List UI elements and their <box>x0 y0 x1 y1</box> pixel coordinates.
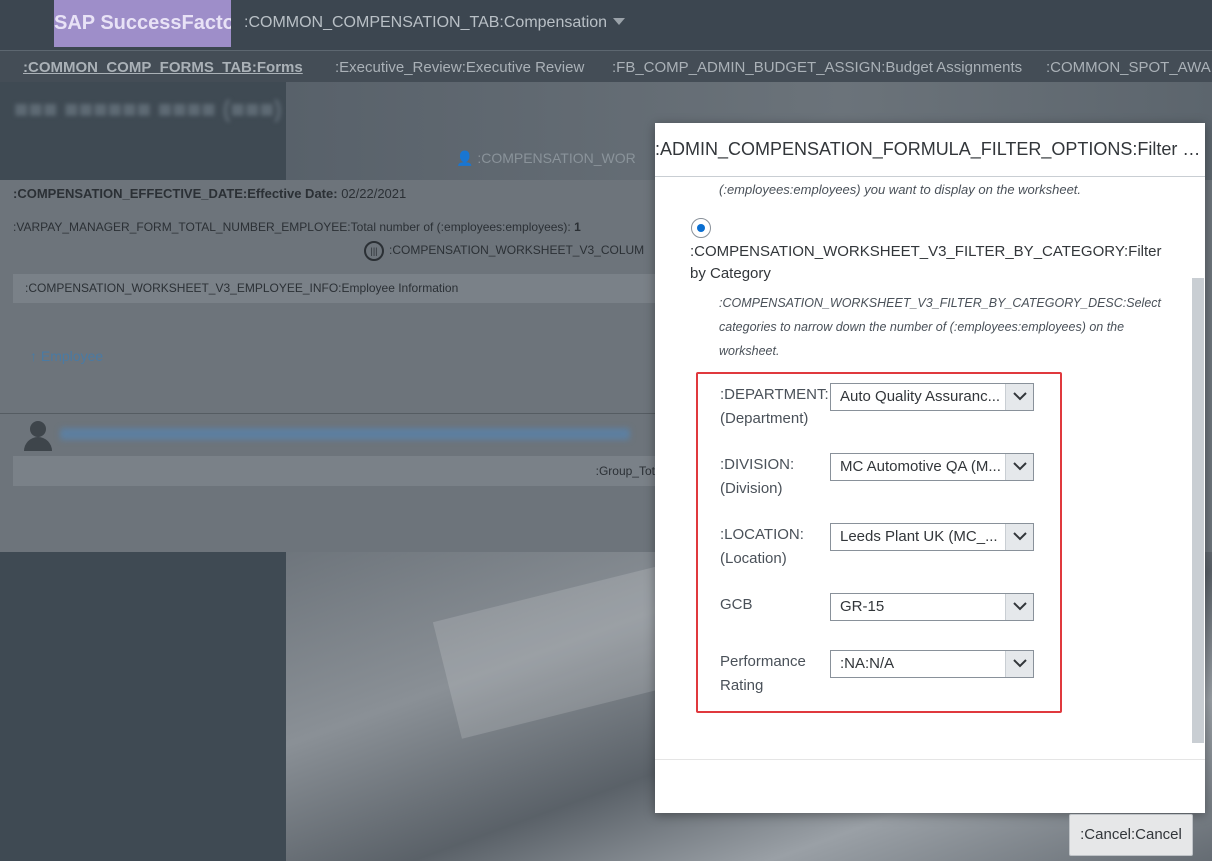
columns-link[interactable]: :COMPENSATION_WORKSHEET_V3_COLUM <box>389 243 644 257</box>
employee-sort-link[interactable]: ↑ Employee <box>30 348 103 364</box>
dialog-scrollbar[interactable] <box>1192 278 1204 743</box>
chevron-down-icon[interactable] <box>1005 594 1033 620</box>
location-label: :LOCATION: (Location) <box>720 526 804 567</box>
columns-icon[interactable]: ||| <box>364 241 384 261</box>
tab-spot-awards[interactable]: :COMMON_SPOT_AWAR <box>1046 59 1212 76</box>
filter-by-category-description: :COMPENSATION_WORKSHEET_V3_FILTER_BY_CAT… <box>719 296 1162 358</box>
chevron-down-icon[interactable] <box>1005 524 1033 550</box>
user-icon: 👤 <box>456 150 474 166</box>
chevron-down-icon[interactable] <box>1005 454 1033 480</box>
divider <box>0 413 660 414</box>
division-value: MC Automotive QA (M... <box>840 458 1001 475</box>
arrow-up-icon: ↑ <box>30 348 37 364</box>
worksheet-subtitle: 👤 :COMPENSATION_WOR <box>456 150 636 166</box>
filter-description: (:employees:employees) you want to displ… <box>719 182 1082 197</box>
filter-options-dialog: :ADMIN_COMPENSATION_FORMULA_FILTER_OPTIO… <box>655 123 1205 813</box>
total-employees-label: :VARPAY_MANAGER_FORM_TOTAL_NUMBER_EMPLOY… <box>13 220 571 234</box>
company-logo[interactable]: SAP SuccessFacto <box>54 0 231 47</box>
tab-executive-review[interactable]: :Executive_Review:Executive Review <box>335 59 584 76</box>
employee-info-header: :COMPENSATION_WORKSHEET_V3_EMPLOYEE_INFO… <box>13 274 673 303</box>
effective-date-value: 02/22/2021 <box>341 186 407 201</box>
tab-budget-assignments[interactable]: :FB_COMP_ADMIN_BUDGET_ASSIGN:Budget Assi… <box>612 59 1022 76</box>
effective-date-row: :COMPENSATION_EFFECTIVE_DATE:Effective D… <box>13 186 406 201</box>
avatar <box>22 421 54 451</box>
total-employees-value: 1 <box>574 220 581 234</box>
location-value: Leeds Plant UK (MC_... <box>840 528 998 545</box>
division-select[interactable]: MC Automotive QA (M... <box>830 453 1034 481</box>
total-employees-row: :VARPAY_MANAGER_FORM_TOTAL_NUMBER_EMPLOY… <box>13 220 581 234</box>
group-total-row: :Group_Tot <box>13 456 655 486</box>
filter-by-category-radio[interactable] <box>691 218 711 238</box>
department-label: :DEPARTMENT: (Department) <box>720 386 829 427</box>
gcb-select[interactable]: GR-15 <box>830 593 1034 621</box>
worksheet-title-blurred: ■■■ ■■■■■■ ■■■■ (■■■) <box>14 96 282 123</box>
shell-bar: SAP SuccessFacto :COMMON_COMPENSATION_TA… <box>0 0 1212 50</box>
performance-rating-select[interactable]: :NA:N/A <box>830 650 1034 678</box>
effective-date-label: :COMPENSATION_EFFECTIVE_DATE:Effective D… <box>13 186 338 201</box>
department-select[interactable]: Auto Quality Assuranc... <box>830 383 1034 411</box>
chevron-down-icon[interactable] <box>1005 651 1033 677</box>
employee-sort-label: Employee <box>40 348 104 364</box>
filter-by-category-label[interactable]: :COMPENSATION_WORKSHEET_V3_FILTER_BY_CAT… <box>690 241 1162 285</box>
tab-forms[interactable]: :COMMON_COMP_FORMS_TAB:Forms <box>23 59 303 76</box>
cancel-button[interactable]: :Cancel:Cancel <box>1069 814 1193 856</box>
module-title: :COMMON_COMPENSATION_TAB:Compensation <box>244 14 608 31</box>
caret-down-icon <box>613 18 626 25</box>
gcb-value: GR-15 <box>840 598 885 615</box>
performance-rating-label: Performance Rating <box>720 653 806 694</box>
location-select[interactable]: Leeds Plant UK (MC_... <box>830 523 1034 551</box>
dialog-footer-divider <box>655 759 1205 760</box>
division-label: :DIVISION: (Division) <box>720 456 795 497</box>
tab-bar: :COMMON_COMP_FORMS_TAB:Forms :Executive_… <box>0 50 1212 82</box>
gcb-label: GCB <box>720 596 753 613</box>
employee-name-blurred[interactable] <box>60 428 630 440</box>
employee-info-label: :COMPENSATION_WORKSHEET_V3_EMPLOYEE_INFO… <box>25 281 459 295</box>
department-value: Auto Quality Assuranc... <box>840 388 1001 405</box>
performance-rating-value: :NA:N/A <box>840 655 895 672</box>
chevron-down-icon[interactable] <box>1005 384 1033 410</box>
dialog-body: (:employees:employees) you want to displ… <box>655 178 1205 758</box>
module-switcher[interactable]: :COMMON_COMPENSATION_TAB:Compensation <box>244 14 626 32</box>
dialog-title: :ADMIN_COMPENSATION_FORMULA_FILTER_OPTIO… <box>655 139 1201 159</box>
group-total-label: :Group_Tot <box>595 464 655 478</box>
dialog-header: :ADMIN_COMPENSATION_FORMULA_FILTER_OPTIO… <box>655 123 1205 177</box>
